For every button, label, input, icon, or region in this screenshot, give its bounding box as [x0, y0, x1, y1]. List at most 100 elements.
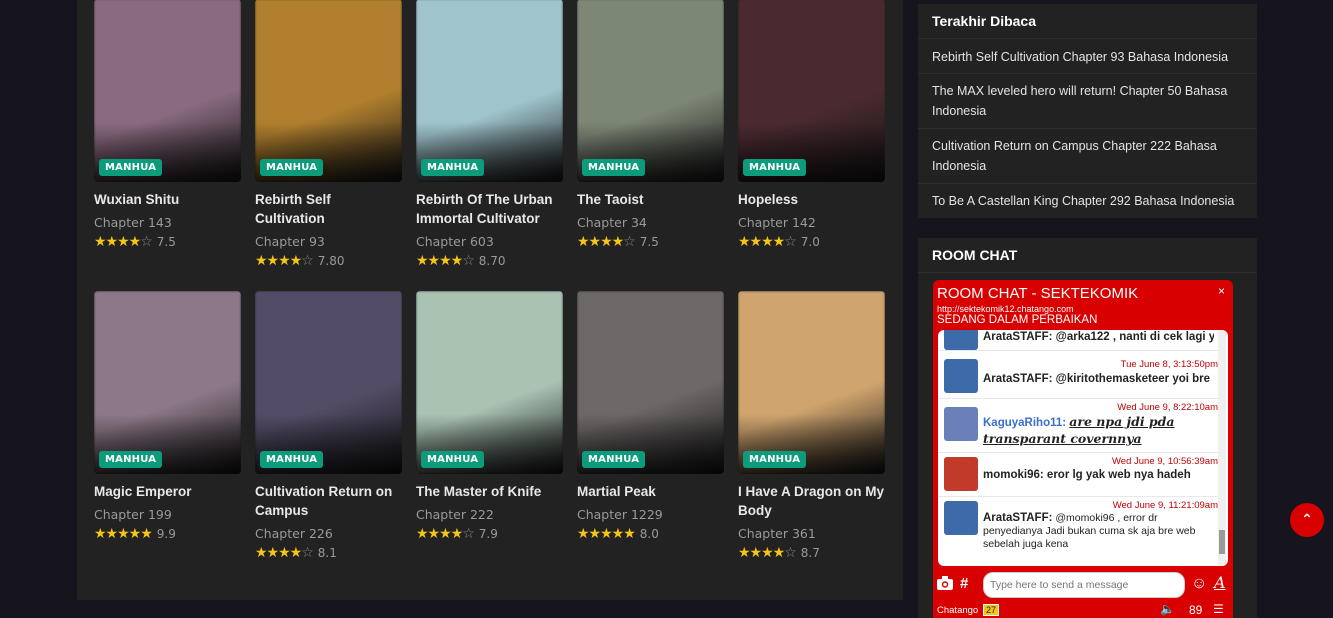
type-badge: MANHUA	[421, 159, 485, 176]
manga-cover[interactable]: MANHUA	[94, 291, 241, 474]
manga-cover[interactable]: MANHUA	[416, 0, 563, 182]
manga-title[interactable]: I Have A Dragon on My Body	[738, 482, 885, 520]
speaker-icon[interactable]: 🔈	[1160, 602, 1175, 616]
star-rating-icon: ★★★★☆	[738, 234, 797, 250]
manga-title[interactable]: Rebirth Of The Urban Immortal Cultivator	[416, 190, 563, 228]
chat-username[interactable]: KaguyaRiho11:	[983, 417, 1066, 429]
manga-chapter[interactable]: Chapter 226	[255, 525, 402, 542]
manga-card[interactable]: MANHUA The Master of Knife Chapter 222 ★★★★…	[416, 291, 563, 542]
chat-username[interactable]: ArataSTAFF:	[983, 512, 1052, 524]
manga-chapter[interactable]: Chapter 361	[738, 525, 885, 542]
manga-chapter[interactable]: Chapter 142	[738, 214, 885, 231]
avatar[interactable]	[944, 501, 978, 535]
rating-score: 7.5	[156, 235, 176, 249]
emoji-icon[interactable]: ☺	[1191, 575, 1207, 593]
manga-cover[interactable]: MANHUA	[738, 0, 885, 182]
rating: ★★★★★ 8.0	[577, 526, 724, 542]
rating-score: 8.0	[639, 527, 659, 541]
manga-chapter[interactable]: Chapter 93	[255, 233, 402, 250]
avatar[interactable]	[944, 407, 978, 441]
manga-cover[interactable]: MANHUA	[416, 291, 563, 474]
manga-title[interactable]: Hopeless	[738, 190, 885, 209]
chat-message-text: momoki96: eror lg yak web nya hadeh	[983, 468, 1214, 482]
text-format-icon[interactable]: A	[1214, 573, 1226, 592]
chat-timestamp: Wed June 9, 11:21:09am	[1112, 500, 1218, 511]
avatar[interactable]	[944, 457, 978, 491]
chat-title: ROOM CHAT - SEKTEKOMIK	[937, 285, 1139, 302]
scrollbar-thumb[interactable]	[1219, 530, 1225, 554]
chat-footer: Chatango 27 🔈 89 ☰	[933, 602, 1233, 618]
hashtag-icon[interactable]: #	[960, 575, 968, 592]
chat-widget: ROOM CHAT - SEKTEKOMIK http://sektekomik…	[933, 280, 1233, 618]
room-chat-heading: ROOM CHAT	[918, 238, 1257, 273]
manga-title[interactable]: Magic Emperor	[94, 482, 241, 501]
manga-cover[interactable]: MANHUA	[577, 291, 724, 474]
chat-message-text: KaguyaRiho11: are npa jdi pda transparan…	[983, 414, 1214, 448]
manga-card[interactable]: MANHUA Magic Emperor Chapter 199 ★★★★★ 9.9	[94, 291, 241, 542]
type-badge: MANHUA	[743, 159, 807, 176]
user-count-badge[interactable]: 27	[983, 604, 1000, 616]
avatar[interactable]	[944, 359, 978, 393]
chat-message: Wed June 9, 10:56:39am momoki96: eror lg…	[938, 453, 1218, 497]
manga-chapter[interactable]: Chapter 603	[416, 233, 563, 250]
manga-card[interactable]: MANHUA I Have A Dragon on My Body Chapter …	[738, 291, 885, 561]
rating-score: 7.0	[800, 235, 820, 249]
manga-cover[interactable]: MANHUA	[577, 0, 724, 182]
online-count: 89	[1189, 603, 1203, 617]
manga-card[interactable]: MANHUA Rebirth Self Cultivation Chapter 93…	[255, 0, 402, 269]
chatango-brand[interactable]: Chatango	[937, 605, 978, 616]
star-rating-icon: ★★★★★	[577, 526, 636, 542]
camera-icon[interactable]	[937, 576, 953, 595]
manga-card[interactable]: MANHUA Wuxian Shitu Chapter 143 ★★★★☆ 7.5	[94, 0, 241, 250]
chat-username[interactable]: ArataSTAFF:	[983, 373, 1052, 385]
type-badge: MANHUA	[260, 159, 324, 176]
menu-icon[interactable]: ☰	[1213, 602, 1224, 616]
chat-scrollbar[interactable]	[1218, 330, 1226, 566]
manga-title[interactable]: The Master of Knife	[416, 482, 563, 501]
manga-card[interactable]: MANHUA Cultivation Return on Campus Chapte…	[255, 291, 402, 561]
chat-timestamp: Tue June 8, 3:13:50pm	[1120, 359, 1218, 370]
chat-messages[interactable]: ArataSTAFF: @arka122 , nanti di cek lagi…	[938, 330, 1228, 566]
manga-cover[interactable]: MANHUA	[255, 0, 402, 182]
manga-card[interactable]: MANHUA Hopeless Chapter 142 ★★★★☆ 7.0	[738, 0, 885, 250]
recent-item[interactable]: To Be A Castellan King Chapter 292 Bahas…	[918, 184, 1257, 218]
manga-chapter[interactable]: Chapter 143	[94, 214, 241, 231]
chat-url[interactable]: http://sektekomik12.chatango.com	[937, 304, 1074, 314]
type-badge: MANHUA	[421, 451, 485, 468]
star-rating-icon: ★★★★☆	[577, 234, 636, 250]
recent-item[interactable]: Cultivation Return on Campus Chapter 222…	[918, 129, 1257, 184]
manga-chapter[interactable]: Chapter 222	[416, 506, 563, 523]
manga-chapter[interactable]: Chapter 199	[94, 506, 241, 523]
recent-heading: Terakhir Dibaca	[918, 4, 1257, 39]
manga-cover[interactable]: MANHUA	[255, 291, 402, 474]
manga-title[interactable]: Cultivation Return on Campus	[255, 482, 402, 520]
rating: ★★★★☆ 8.1	[255, 545, 402, 561]
recent-item[interactable]: Rebirth Self Cultivation Chapter 93 Baha…	[918, 39, 1257, 74]
manga-title[interactable]: The Taoist	[577, 190, 724, 209]
type-badge: MANHUA	[582, 159, 646, 176]
recent-item[interactable]: The MAX leveled hero will return! Chapte…	[918, 74, 1257, 129]
manga-cover[interactable]: MANHUA	[94, 0, 241, 182]
manga-card[interactable]: MANHUA Rebirth Of The Urban Immortal Cult…	[416, 0, 563, 269]
rating-score: 7.5	[639, 235, 659, 249]
manga-chapter[interactable]: Chapter 1229	[577, 506, 724, 523]
manga-card[interactable]: MANHUA Martial Peak Chapter 1229 ★★★★★ 8.0	[577, 291, 724, 542]
rating: ★★★★☆ 7.80	[255, 253, 402, 269]
avatar[interactable]	[944, 330, 978, 350]
close-icon[interactable]: ×	[1218, 284, 1225, 298]
rating: ★★★★☆ 7.5	[577, 234, 724, 250]
manga-title[interactable]: Wuxian Shitu	[94, 190, 241, 209]
chat-message-input[interactable]	[983, 572, 1185, 598]
manga-title[interactable]: Rebirth Self Cultivation	[255, 190, 402, 228]
rating-score: 9.9	[156, 527, 176, 541]
chat-username[interactable]: momoki96:	[983, 469, 1044, 481]
manga-card[interactable]: MANHUA The Taoist Chapter 34 ★★★★☆ 7.5	[577, 0, 724, 250]
manga-cover[interactable]: MANHUA	[738, 291, 885, 474]
chat-input-row: # ☺ A	[933, 570, 1233, 600]
chat-message-text: ArataSTAFF: @arka122 , nanti di cek lagi…	[983, 331, 1214, 343]
scroll-to-top-button[interactable]: ⌃	[1290, 503, 1324, 537]
chat-message-text: ArataSTAFF: @kiritothemasketeer yoi bre	[983, 372, 1214, 386]
manga-chapter[interactable]: Chapter 34	[577, 214, 724, 231]
manga-title[interactable]: Martial Peak	[577, 482, 724, 501]
star-rating-icon: ★★★★☆	[94, 234, 153, 250]
